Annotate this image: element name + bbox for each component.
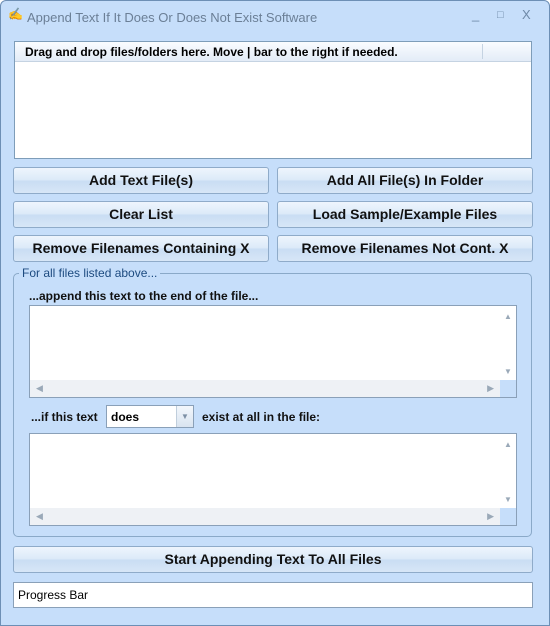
- condition-prefix-label: ...if this text: [31, 410, 98, 424]
- file-list-header-text: Drag and drop files/folders here. Move |…: [25, 45, 398, 59]
- append-text-label: ...append this text to the end of the fi…: [29, 289, 259, 303]
- file-list[interactable]: Drag and drop files/folders here. Move |…: [14, 41, 532, 159]
- search-text-area[interactable]: ▲ ▼ ◀ ▶: [29, 433, 517, 526]
- condition-dropdown[interactable]: does ▼: [106, 405, 194, 428]
- horizontal-scrollbar[interactable]: ◀ ▶: [30, 508, 500, 525]
- load-sample-files-button[interactable]: Load Sample/Example Files: [277, 201, 533, 228]
- maximize-button[interactable]: □: [497, 9, 504, 21]
- condition-suffix-label: exist at all in the file:: [202, 410, 321, 424]
- vertical-scrollbar[interactable]: ▲ ▼: [500, 306, 516, 380]
- options-group-label: For all files listed above...: [19, 266, 161, 280]
- window-title: Append Text If It Does Or Does Not Exist…: [27, 10, 318, 25]
- scroll-corner: [500, 508, 516, 525]
- condition-dropdown-value: does: [111, 410, 140, 424]
- remove-filenames-containing-button[interactable]: Remove Filenames Containing X: [13, 235, 269, 262]
- scroll-corner: [500, 380, 516, 397]
- close-button[interactable]: X: [522, 7, 531, 22]
- remove-filenames-not-containing-button[interactable]: Remove Filenames Not Cont. X: [277, 235, 533, 262]
- chevron-down-icon[interactable]: ▼: [176, 406, 193, 427]
- app-icon: ✍: [8, 7, 23, 21]
- minimize-button[interactable]: _: [472, 7, 479, 22]
- add-all-files-in-folder-button[interactable]: Add All File(s) In Folder: [277, 167, 533, 194]
- app-window: ✍ Append Text If It Does Or Does Not Exi…: [0, 0, 550, 626]
- file-list-header[interactable]: Drag and drop files/folders here. Move |…: [15, 42, 531, 62]
- progress-bar: Progress Bar: [13, 582, 533, 608]
- clear-list-button[interactable]: Clear List: [13, 201, 269, 228]
- progress-label: Progress Bar: [18, 588, 89, 602]
- vertical-scrollbar[interactable]: ▲ ▼: [500, 434, 516, 508]
- append-text-area[interactable]: ▲ ▼ ◀ ▶: [29, 305, 517, 398]
- start-appending-button[interactable]: Start Appending Text To All Files: [13, 546, 533, 573]
- column-resize-handle[interactable]: [482, 44, 483, 59]
- add-text-files-button[interactable]: Add Text File(s): [13, 167, 269, 194]
- horizontal-scrollbar[interactable]: ◀ ▶: [30, 380, 500, 397]
